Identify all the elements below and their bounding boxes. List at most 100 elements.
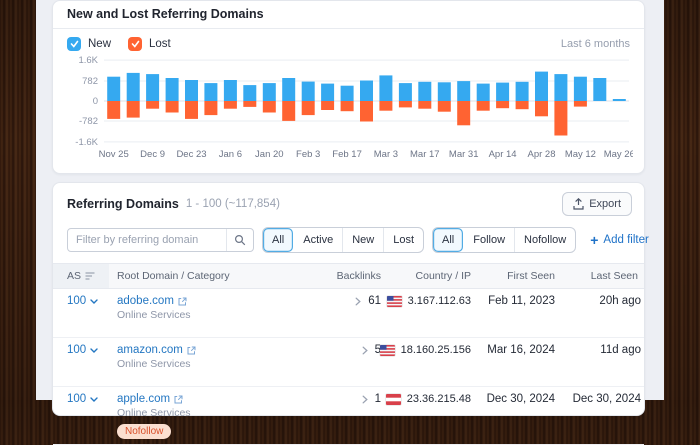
bar-lost[interactable]: [302, 101, 315, 115]
y-axis-tick: -782: [79, 116, 98, 127]
bar-lost[interactable]: [418, 101, 431, 109]
last-seen-cell: 11d ago: [558, 344, 644, 356]
bar-new[interactable]: [574, 77, 587, 101]
column-header-as[interactable]: AS: [53, 264, 109, 288]
bar-new[interactable]: [457, 81, 470, 101]
search-icon[interactable]: [226, 229, 253, 251]
export-icon: [573, 198, 584, 210]
bar-new[interactable]: [535, 72, 548, 101]
bar-lost[interactable]: [379, 101, 392, 111]
bar-lost[interactable]: [224, 101, 237, 109]
bar-new[interactable]: [379, 75, 392, 101]
bar-new[interactable]: [593, 78, 606, 101]
bar-lost[interactable]: [399, 101, 412, 107]
segment-status-lost[interactable]: Lost: [383, 228, 423, 252]
domain-link[interactable]: adobe.com: [117, 295, 187, 307]
segment-status-active[interactable]: Active: [293, 228, 342, 252]
column-header-last-seen[interactable]: Last Seen: [558, 270, 644, 282]
x-axis-tick: Jan 6: [219, 149, 242, 160]
bar-new[interactable]: [341, 86, 354, 101]
bar-new[interactable]: [243, 85, 256, 101]
bar-new[interactable]: [360, 81, 373, 102]
legend-new-checkbox[interactable]: [67, 37, 81, 51]
bar-lost[interactable]: [554, 101, 567, 136]
bar-new[interactable]: [477, 84, 490, 101]
category-label: Online Services: [117, 309, 191, 321]
bar-new[interactable]: [613, 99, 626, 101]
bar-lost[interactable]: [574, 101, 587, 107]
bar-lost[interactable]: [282, 101, 295, 121]
segment-follow-nofollow[interactable]: Nofollow: [514, 228, 575, 252]
x-axis-tick: Jan 20: [255, 149, 284, 160]
chevron-right-icon[interactable]: [355, 297, 361, 306]
bar-lost[interactable]: [516, 101, 529, 109]
segment-follow-follow[interactable]: Follow: [463, 228, 514, 252]
domain-link[interactable]: amazon.com: [117, 344, 196, 356]
bar-new[interactable]: [263, 83, 276, 101]
bar-new[interactable]: [282, 78, 295, 101]
bar-lost[interactable]: [535, 101, 548, 116]
bar-lost[interactable]: [204, 101, 217, 115]
bar-lost[interactable]: [166, 101, 179, 113]
column-header-backlinks[interactable]: Backlinks: [293, 270, 384, 282]
segment-status-new[interactable]: New: [342, 228, 383, 252]
bar-new[interactable]: [516, 82, 529, 101]
bar-new[interactable]: [185, 80, 198, 101]
bar-new[interactable]: [321, 84, 334, 101]
chevron-right-icon[interactable]: [362, 346, 368, 355]
segment-follow-all[interactable]: All: [433, 228, 463, 252]
last-seen-cell: 20h ago: [558, 295, 644, 307]
bar-new[interactable]: [496, 83, 509, 101]
bar-new[interactable]: [438, 82, 451, 101]
bar-new[interactable]: [224, 80, 237, 101]
bar-new[interactable]: [127, 73, 140, 101]
backlinks-cell[interactable]: 61: [293, 295, 384, 307]
chevron-down-icon: [90, 397, 98, 402]
bar-lost[interactable]: [321, 101, 334, 110]
chart-card-title: New and Lost Referring Domains: [53, 1, 644, 28]
bar-lost[interactable]: [127, 101, 140, 118]
bar-lost[interactable]: [185, 101, 198, 119]
bar-lost[interactable]: [243, 101, 256, 107]
as-dropdown[interactable]: 100: [53, 295, 109, 307]
bar-new[interactable]: [418, 82, 431, 101]
bar-lost[interactable]: [146, 101, 159, 109]
chart-svg: 1.6K7820-782-1.6KNov 25Dec 9Dec 23Jan 6J…: [64, 55, 633, 165]
bar-new[interactable]: [302, 82, 315, 101]
bar-lost[interactable]: [341, 101, 354, 111]
bar-lost[interactable]: [457, 101, 470, 125]
segment-status-all[interactable]: All: [263, 228, 293, 252]
export-button[interactable]: Export: [562, 192, 632, 216]
column-header-country[interactable]: Country / IP: [384, 270, 474, 282]
bar-lost[interactable]: [107, 101, 120, 119]
bar-new[interactable]: [204, 83, 217, 101]
chevron-right-icon[interactable]: [362, 395, 368, 404]
legend-lost-checkbox[interactable]: [128, 37, 142, 51]
backlinks-cell[interactable]: 1: [293, 393, 384, 405]
bar-lost[interactable]: [360, 101, 373, 122]
column-header-domain[interactable]: Root Domain / Category: [109, 270, 293, 282]
backlinks-value: 61: [368, 295, 381, 307]
bar-new[interactable]: [166, 78, 179, 101]
as-dropdown[interactable]: 100: [53, 393, 109, 405]
add-filter-button[interactable]: + Add filter: [590, 233, 649, 247]
bar-lost[interactable]: [438, 101, 451, 112]
country-ip-cell: 23.36.215.48: [384, 393, 474, 405]
domain-link[interactable]: apple.com: [117, 393, 183, 405]
domain-filter-input[interactable]: [68, 234, 226, 246]
chart-card: New and Lost Referring Domains New Lost …: [52, 0, 645, 174]
bar-new[interactable]: [399, 83, 412, 101]
external-link-icon: [178, 297, 187, 306]
bar-new[interactable]: [146, 74, 159, 101]
column-header-first-seen[interactable]: First Seen: [474, 270, 558, 282]
bar-lost[interactable]: [496, 101, 509, 108]
chevron-down-icon: [90, 299, 98, 304]
y-axis-tick: -1.6K: [75, 137, 98, 148]
bar-new[interactable]: [107, 77, 120, 101]
backlinks-cell[interactable]: 5: [293, 344, 384, 356]
bar-lost[interactable]: [477, 101, 490, 111]
bar-new[interactable]: [554, 74, 567, 101]
bar-lost[interactable]: [263, 101, 276, 113]
as-dropdown[interactable]: 100: [53, 344, 109, 356]
x-axis-tick: Feb 3: [296, 149, 320, 160]
